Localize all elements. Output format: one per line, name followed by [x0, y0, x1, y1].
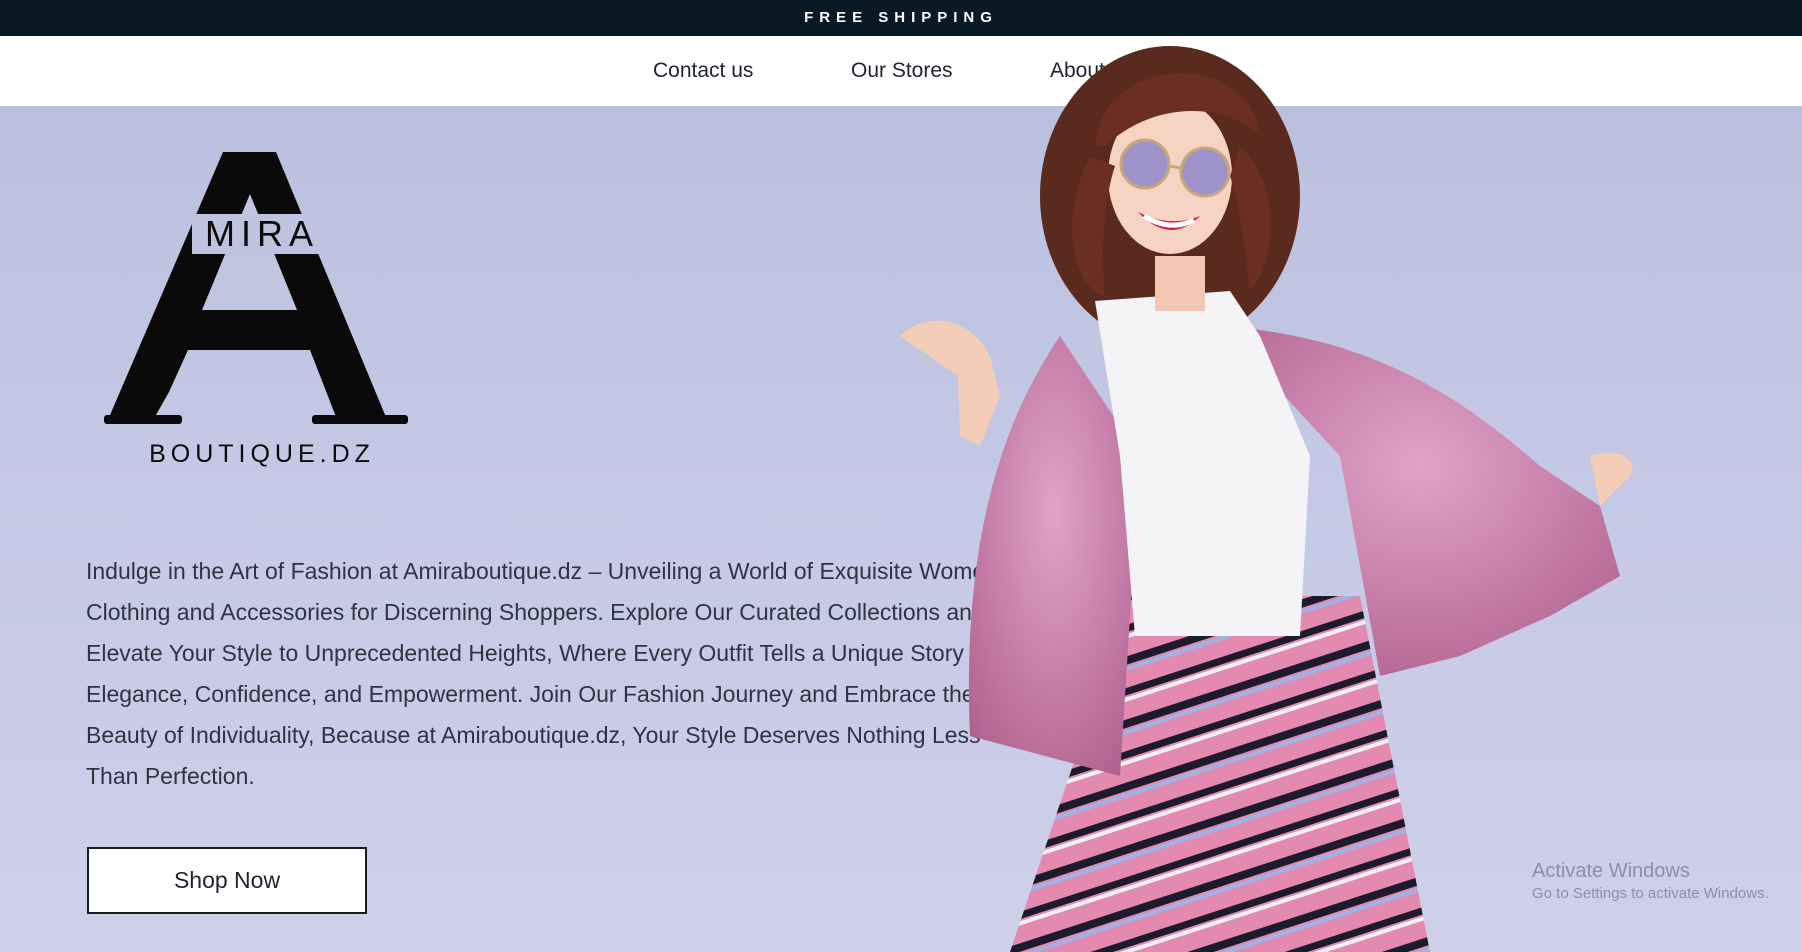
activate-windows-watermark: Activate Windows Go to Settings to activ…: [1532, 860, 1769, 902]
watermark-subtitle: Go to Settings to activate Windows.: [1532, 885, 1769, 902]
free-shipping-banner: FREE SHIPPING: [0, 0, 1802, 36]
shop-now-button[interactable]: Shop Now: [87, 847, 367, 914]
logo-bottom-text: BOUTIQUE.DZ: [149, 440, 375, 468]
hero-description: Indulge in the Art of Fashion at Amirabo…: [86, 558, 1014, 789]
watermark-title: Activate Windows: [1532, 860, 1690, 882]
logo-top-text: MIRA: [205, 213, 319, 254]
amira-boutique-logo[interactable]: MIRA BOUTIQUE.DZ: [92, 142, 452, 472]
model-photo: [900, 46, 1633, 952]
nav-contact-us[interactable]: Contact us: [653, 36, 753, 106]
